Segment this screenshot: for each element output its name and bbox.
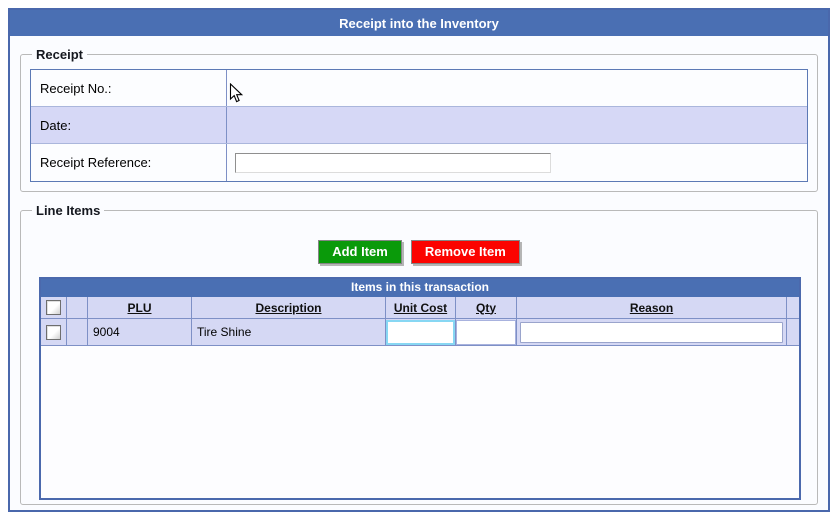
plu-cell: 9004 xyxy=(88,319,192,345)
receipt-reference-row: Receipt Reference: xyxy=(31,144,807,181)
description-cell: Tire Shine xyxy=(192,319,386,345)
receipt-reference-label: Receipt Reference: xyxy=(31,144,227,181)
line-items-groupbox: Line Items Add Item Remove Item Items in… xyxy=(20,203,818,505)
header-end-cell xyxy=(787,297,799,318)
receipt-legend: Receipt xyxy=(32,47,87,62)
header-spacer-cell xyxy=(67,297,88,318)
column-header-description[interactable]: Description xyxy=(255,301,321,315)
items-table-header-row: PLU Description Unit Cost Qty Reason xyxy=(41,297,799,319)
window-title-bar: Receipt into the Inventory xyxy=(10,10,828,36)
items-table-empty-area xyxy=(41,346,799,498)
receipt-fields-table: Receipt No.: Date: Receipt Reference: xyxy=(30,69,808,182)
table-row: 9004 Tire Shine xyxy=(41,319,799,346)
row-end-cell xyxy=(787,319,799,345)
receipt-window: Receipt into the Inventory Receipt Recei… xyxy=(8,8,830,512)
date-row: Date: xyxy=(31,107,807,144)
qty-input[interactable] xyxy=(456,320,516,345)
receipt-no-label: Receipt No.: xyxy=(31,70,227,106)
line-items-button-row: Add Item Remove Item xyxy=(30,240,808,264)
add-item-button[interactable]: Add Item xyxy=(318,240,402,264)
receipt-no-value xyxy=(227,70,807,106)
column-header-unit-cost[interactable]: Unit Cost xyxy=(394,301,447,315)
items-table-title: Items in this transaction xyxy=(41,279,799,297)
page-title: Receipt into the Inventory xyxy=(339,16,499,31)
receipt-groupbox: Receipt Receipt No.: Date: Receipt Refer… xyxy=(20,47,818,192)
column-header-qty[interactable]: Qty xyxy=(476,301,496,315)
date-value xyxy=(227,107,807,143)
receipt-reference-input[interactable] xyxy=(235,153,551,173)
select-all-checkbox[interactable] xyxy=(46,300,61,315)
column-header-reason[interactable]: Reason xyxy=(630,301,673,315)
receipt-no-row: Receipt No.: xyxy=(31,70,807,107)
row-spacer-cell xyxy=(67,319,88,345)
reason-input[interactable] xyxy=(520,322,783,343)
remove-item-button[interactable]: Remove Item xyxy=(411,240,520,264)
unit-cost-input[interactable] xyxy=(386,320,455,345)
row-select-checkbox[interactable] xyxy=(46,325,61,340)
line-items-legend: Line Items xyxy=(32,203,104,218)
date-label: Date: xyxy=(31,107,227,143)
column-header-plu[interactable]: PLU xyxy=(128,301,152,315)
items-table: Items in this transaction PLU Descriptio… xyxy=(39,277,801,500)
